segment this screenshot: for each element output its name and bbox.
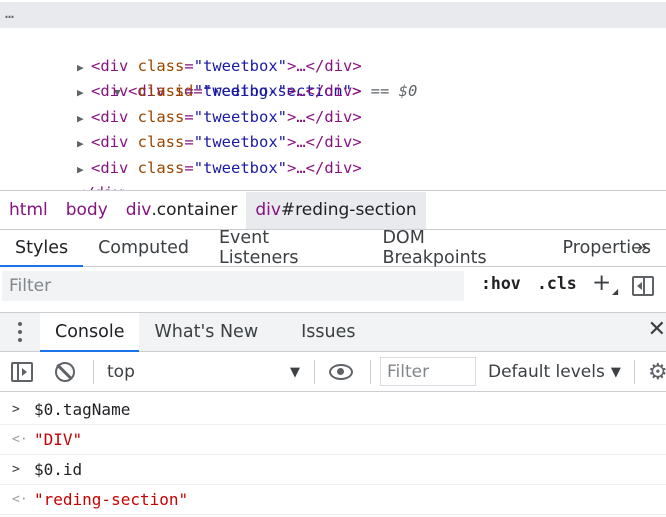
tab-whats-new[interactable]: What's New bbox=[139, 313, 273, 351]
sidebar-icon bbox=[11, 362, 33, 382]
console-filter-input[interactable] bbox=[380, 357, 476, 386]
log-levels-label: Default levels bbox=[488, 362, 605, 382]
elements-tree: … ▼ <div id="reding-section"> == $0 ▶ <div… bbox=[0, 0, 666, 190]
tab-dom-breakpoints[interactable]: DOM Breakpoints bbox=[367, 228, 547, 268]
console-messages: > $0.tagName <· "DIV" > $0.id <· "reding… bbox=[0, 393, 666, 517]
styles-filter-input[interactable] bbox=[2, 271, 464, 301]
crumb-rest: .container bbox=[151, 200, 238, 220]
breadcrumb-body[interactable]: body bbox=[57, 192, 117, 229]
console-output-line: <· "reding-section" bbox=[0, 485, 666, 515]
clear-console-button[interactable] bbox=[55, 352, 75, 392]
result-arrow-icon: <· bbox=[12, 492, 28, 507]
tab-console[interactable]: Console bbox=[40, 313, 140, 352]
eye-icon bbox=[329, 364, 353, 380]
breadcrumb-div-container[interactable]: div .container bbox=[117, 192, 247, 229]
context-selector[interactable]: top ▼ bbox=[107, 352, 302, 392]
breadcrumb-div-reding-section[interactable]: div #reding-section bbox=[246, 191, 426, 229]
styles-filter-bar: :hov .cls +◢ bbox=[0, 268, 666, 306]
crumb-tag: body bbox=[65, 200, 108, 220]
prompt-chevron-icon: > bbox=[12, 402, 20, 417]
console-input-line: > $0.tagName bbox=[0, 395, 666, 425]
result-arrow-icon: <· bbox=[12, 432, 28, 447]
more-tabs-chevron-icon[interactable]: » bbox=[636, 236, 648, 258]
plus-icon: + bbox=[592, 270, 612, 296]
console-command: $0.id bbox=[34, 460, 83, 479]
prompt-chevron-icon: > bbox=[12, 462, 20, 477]
console-command: $0.tagName bbox=[34, 400, 131, 419]
tab-properties[interactable]: Properties bbox=[548, 230, 666, 266]
new-style-rule-button[interactable]: + ◢ bbox=[592, 270, 618, 296]
tab-event-listeners[interactable]: Event Listeners bbox=[204, 228, 367, 268]
tab-issues[interactable]: Issues bbox=[273, 313, 370, 351]
crumb-tag: html bbox=[9, 200, 48, 220]
drawer-menu-kebab-icon[interactable] bbox=[0, 313, 40, 351]
crumb-rest: #reding-section bbox=[280, 200, 417, 220]
tab-styles[interactable]: Styles bbox=[0, 230, 84, 267]
breadcrumb-html[interactable]: html bbox=[0, 192, 57, 229]
tree-node-child[interactable]: ▶ <div class="tweetbox">…</div> bbox=[0, 105, 666, 151]
tree-node-child[interactable]: ▶ <div class="tweetbox">…</div> bbox=[0, 54, 666, 100]
console-settings-button[interactable]: ⚙ bbox=[648, 352, 666, 392]
dropdown-arrow-icon: ▼ bbox=[610, 364, 621, 380]
log-levels-dropdown[interactable]: Default levels ▼ bbox=[488, 352, 621, 392]
gear-icon: ⚙ bbox=[648, 359, 666, 385]
hov-toggle-button[interactable]: :hov bbox=[481, 274, 521, 293]
breadcrumb: html body div .container div #reding-secti… bbox=[0, 190, 666, 229]
console-input-line: > $0.id bbox=[0, 455, 666, 485]
tree-node-selected[interactable]: … ▼ <div id="reding-section"> == $0 bbox=[0, 1, 666, 100]
crumb-tag: div bbox=[255, 200, 281, 220]
styles-tabbar: Styles Computed Event Listeners DOM Brea… bbox=[0, 228, 666, 268]
console-result: "reding-section" bbox=[34, 490, 189, 509]
close-drawer-icon[interactable]: ✕ bbox=[648, 317, 666, 342]
console-toolbar: top ▼ Default levels ▼ ⚙ bbox=[0, 352, 666, 392]
tree-node-child[interactable]: ▶ <div class="tweetbox">…</div> bbox=[0, 79, 666, 126]
closing-tag: </div> bbox=[76, 181, 132, 190]
console-output-line: <· "DIV" bbox=[0, 425, 666, 455]
tab-computed[interactable]: Computed bbox=[83, 230, 204, 266]
live-expression-button[interactable] bbox=[329, 352, 353, 392]
console-result: "DIV" bbox=[34, 430, 83, 449]
drawer-tabbar: Console What's New Issues ✕ bbox=[0, 312, 666, 352]
crumb-tag: div bbox=[125, 200, 152, 220]
tree-node-close[interactable]: </div> bbox=[0, 156, 666, 190]
toggle-sidebar-icon[interactable] bbox=[632, 276, 654, 296]
node-actions-ellipsis[interactable]: … bbox=[5, 1, 15, 27]
tree-node-child[interactable]: ▶ <div class="tweetbox">…</div> bbox=[0, 28, 666, 75]
console-sidebar-button[interactable] bbox=[11, 352, 33, 392]
context-selector-value: top bbox=[107, 362, 135, 382]
clear-console-icon bbox=[55, 362, 75, 382]
dropdown-arrow-icon: ▼ bbox=[290, 364, 300, 380]
tree-node-child[interactable]: ▶ <div class="tweetbox">…</div> bbox=[0, 130, 666, 177]
corner-triangle-icon: ◢ bbox=[612, 287, 619, 296]
cls-toggle-button[interactable]: .cls bbox=[537, 274, 577, 293]
